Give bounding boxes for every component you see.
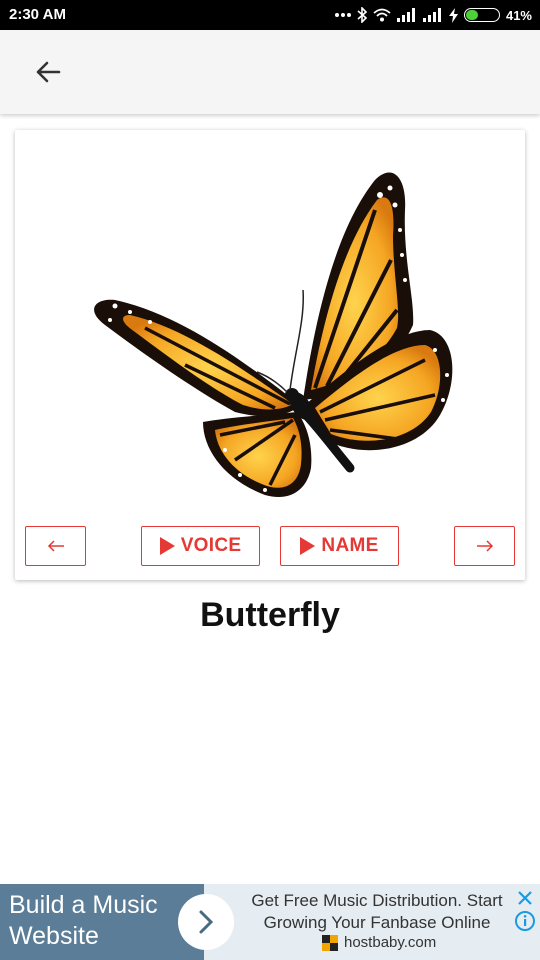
next-button[interactable]: [454, 526, 515, 566]
dots-icon: [334, 13, 351, 17]
animal-name: Butterfly: [200, 596, 340, 634]
previous-button[interactable]: [25, 526, 86, 566]
ad-domain-row: hostbaby.com: [322, 934, 436, 951]
ad-close-button[interactable]: [514, 887, 536, 909]
ad-description-panel[interactable]: Get Free Music Distribution. Start Growi…: [204, 884, 540, 960]
info-icon[interactable]: [514, 910, 536, 932]
app-bar: [0, 30, 540, 114]
animal-card: VOICE NAME: [15, 130, 525, 580]
status-bar: 2:30 AM 41%: [0, 0, 540, 30]
name-button[interactable]: NAME: [280, 526, 399, 566]
signal-icon: [396, 8, 415, 22]
hostbaby-logo-icon: [322, 934, 338, 951]
status-time: 2:30 AM: [9, 6, 66, 23]
arrow-left-icon: [47, 540, 64, 552]
ad-description: Get Free Music Distribution. Start Growi…: [251, 891, 503, 932]
wifi-icon: [373, 8, 391, 22]
voice-button[interactable]: VOICE: [141, 526, 260, 566]
arrow-left-icon: [36, 61, 61, 83]
ad-banner[interactable]: Build a Music Website Get Free Music Dis…: [0, 884, 540, 960]
ad-domain: hostbaby.com: [344, 934, 437, 951]
ad-title: Build a Music Website: [9, 891, 158, 950]
battery-percent: 41%: [505, 7, 532, 23]
arrow-right-icon: [476, 540, 493, 552]
charging-icon: [448, 7, 458, 23]
play-icon: [300, 537, 316, 555]
status-icons: 41%: [334, 5, 532, 25]
name-button-label: NAME: [321, 535, 379, 556]
play-icon: [159, 537, 175, 555]
chevron-right-icon: [199, 910, 214, 934]
butterfly-illustration: [94, 172, 453, 497]
close-icon: [518, 891, 532, 905]
ad-title-panel[interactable]: Build a Music Website: [0, 884, 204, 960]
back-button[interactable]: [24, 50, 72, 94]
bluetooth-icon: [357, 7, 367, 23]
signal-icon: [422, 8, 441, 22]
voice-button-label: VOICE: [180, 535, 242, 556]
battery-icon: [463, 8, 500, 22]
ad-open-button[interactable]: [178, 894, 234, 950]
